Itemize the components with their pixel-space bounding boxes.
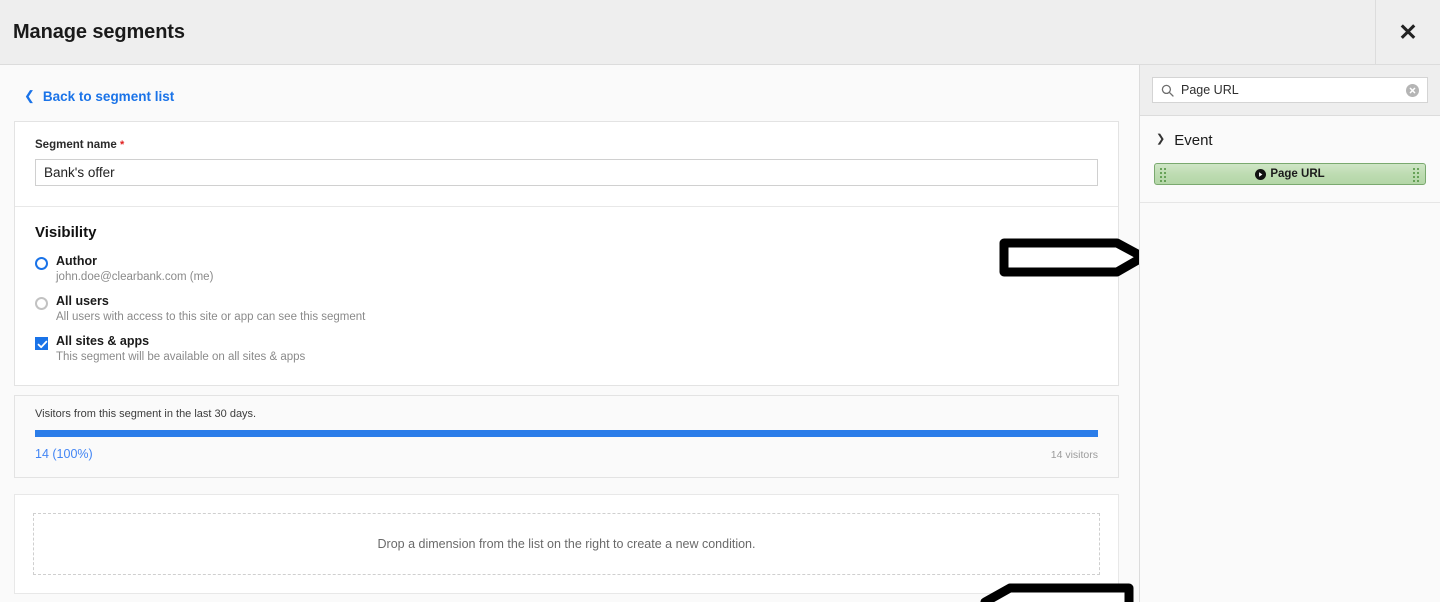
segment-editor-pane: ❮ Back to segment list Segment name * Vi… — [0, 65, 1140, 602]
visibility-option-all-sites-apps-subtitle: This segment will be available on all si… — [56, 351, 306, 363]
dimension-item-label: Page URL — [1270, 168, 1325, 180]
modal-body: ❮ Back to segment list Segment name * Vi… — [0, 65, 1440, 602]
back-to-segment-list-link[interactable]: ❮ Back to segment list — [0, 65, 174, 104]
chevron-left-icon: ❮ — [24, 88, 35, 103]
condition-drop-hint: Drop a dimension from the list on the ri… — [377, 537, 756, 551]
visibility-option-all-sites-apps-texts: All sites & apps This segment will be av… — [56, 334, 305, 365]
visitors-legend: 14 (100%) 14 visitors — [35, 447, 1098, 461]
dimension-search-wrap — [1140, 65, 1440, 116]
visitors-count-link[interactable]: 14 (100%) — [35, 447, 93, 461]
close-icon: ✕ — [1398, 18, 1418, 45]
drag-handle-icon-right[interactable] — [1413, 168, 1420, 183]
visitors-bar-track — [35, 430, 1098, 437]
modal-header: Manage segments ✕ — [0, 0, 1440, 65]
chevron-down-icon: ❯ — [1156, 133, 1166, 145]
dimension-item-label-wrap: Page URL — [1255, 168, 1325, 180]
checkbox-all-sites-apps-icon[interactable] — [35, 337, 48, 350]
segment-name-input[interactable] — [35, 159, 1098, 186]
close-button[interactable]: ✕ — [1375, 0, 1440, 64]
dimension-badge-icon — [1255, 168, 1267, 180]
required-marker: * — [120, 139, 125, 151]
visibility-option-all-sites-apps-title: All sites & apps — [56, 334, 150, 348]
dimension-item-page-url[interactable]: Page URL — [1154, 163, 1426, 185]
visibility-title: Visibility — [35, 224, 97, 241]
visitors-summary-card: Visitors from this segment in the last 3… — [14, 395, 1119, 478]
conditions-card: Drop a dimension from the list on the ri… — [14, 494, 1119, 594]
search-icon — [1161, 84, 1174, 97]
visibility-option-all-users[interactable]: All users All users with access to this … — [35, 294, 1098, 325]
visitors-bar-fill — [35, 430, 1098, 437]
check-icon — [37, 340, 48, 349]
visibility-option-author-title: Author — [56, 254, 97, 268]
visitors-total-label: 14 visitors — [1050, 449, 1098, 461]
visibility-option-all-sites-apps[interactable]: All sites & apps This segment will be av… — [35, 334, 1098, 365]
visibility-option-all-users-subtitle: All users with access to this site or ap… — [56, 311, 366, 323]
visibility-option-all-users-title: All users — [56, 294, 109, 308]
dimension-group-label: Event — [1174, 132, 1213, 149]
radio-author-icon[interactable] — [35, 257, 48, 270]
visibility-section: Visibility Author john.doe@clearbank.com… — [15, 206, 1118, 385]
segment-name-section: Segment name * — [15, 122, 1118, 206]
visibility-option-all-users-texts: All users All users with access to this … — [56, 294, 365, 325]
search-input[interactable] — [1181, 83, 1399, 97]
segment-name-label-text: Segment name — [35, 139, 117, 151]
visibility-option-author-subtitle: john.doe@clearbank.com (me) — [56, 271, 214, 283]
back-link-label: Back to segment list — [42, 89, 175, 104]
manage-segments-modal: Manage segments ✕ ❮ Back to segment list… — [0, 0, 1440, 602]
dimension-list: Page URL — [1140, 163, 1440, 203]
dimension-search-box[interactable] — [1152, 77, 1428, 103]
page-title: Manage segments — [13, 20, 185, 43]
visibility-option-author-texts: Author john.doe@clearbank.com (me) — [56, 254, 213, 285]
dimension-picker-pane: ❯ Event Page URL — [1140, 65, 1440, 602]
drag-handle-icon-left[interactable] — [1160, 168, 1167, 183]
dimension-group-event[interactable]: ❯ Event — [1140, 116, 1440, 163]
visibility-option-author[interactable]: Author john.doe@clearbank.com (me) — [35, 254, 1098, 285]
visitors-caption: Visitors from this segment in the last 3… — [35, 408, 257, 420]
radio-all-users-icon[interactable] — [35, 297, 48, 310]
condition-drop-zone[interactable]: Drop a dimension from the list on the ri… — [33, 513, 1100, 575]
segment-details-card: Segment name * Visibility Author john.do… — [14, 121, 1119, 386]
segment-name-label: Segment name * — [35, 139, 1098, 151]
clear-search-icon[interactable] — [1406, 83, 1419, 97]
